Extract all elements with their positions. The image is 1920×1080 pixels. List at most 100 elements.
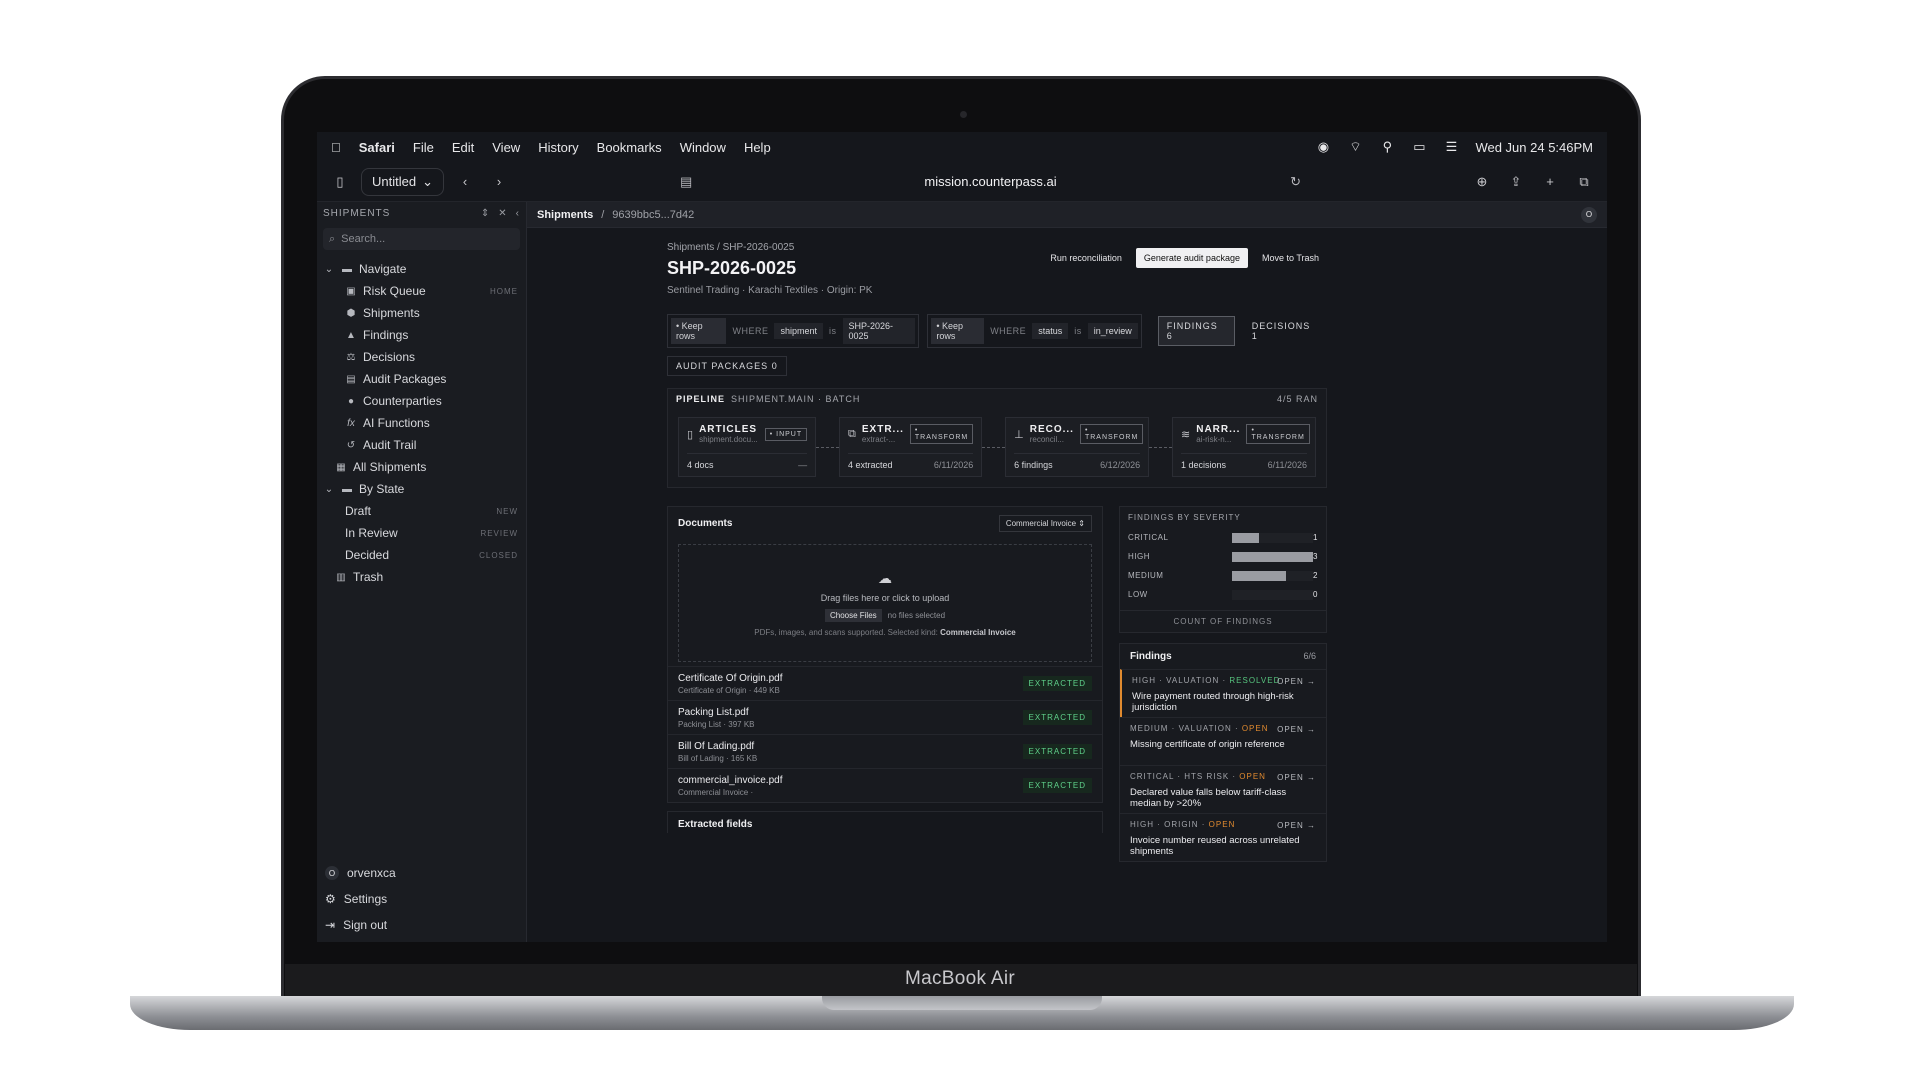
sidebar-item-shipments[interactable]: ⬢ Shipments bbox=[317, 302, 526, 324]
avatar[interactable]: O bbox=[1581, 206, 1597, 223]
finding-row[interactable]: MEDIUM · VALUATION · OPEN Missing certif… bbox=[1120, 717, 1326, 765]
filter-value[interactable]: SHP-2026-0025 bbox=[842, 318, 916, 344]
filter-shipment[interactable]: • Keep rows WHERE shipment is SHP-2026-0… bbox=[667, 314, 920, 348]
severity-title: FINDINGS BY SEVERITY bbox=[1128, 513, 1241, 522]
downloads-icon[interactable]: ⊕ bbox=[1469, 169, 1495, 195]
sidebar-collapse-icon[interactable]: ‹ bbox=[516, 208, 520, 219]
pipeline-node-narrative[interactable]: ≋ NARR... ai-risk-n... • TRANSFORM 1 deci… bbox=[1172, 417, 1317, 477]
apple-icon[interactable]:  bbox=[331, 140, 341, 155]
menu-window[interactable]: Window bbox=[680, 140, 726, 155]
menu-app[interactable]: Safari bbox=[359, 140, 395, 155]
documents-panel: Documents Commercial Invoice ⇕ ☁ Drag fi… bbox=[667, 506, 1103, 803]
settings-label: Settings bbox=[343, 892, 388, 906]
folder-navigate[interactable]: ⌄ ▬ Navigate bbox=[317, 258, 526, 280]
sidebar-item-all-shipments[interactable]: ▦ All Shipments bbox=[317, 456, 526, 478]
choose-files-button[interactable]: Choose Files bbox=[824, 608, 882, 622]
hint-prefix: PDFs, images, and scans supported. Selec… bbox=[754, 627, 938, 637]
menu-help[interactable]: Help bbox=[744, 140, 771, 155]
finding-row[interactable]: HIGH · ORIGIN · OPEN Invoice number reus… bbox=[1120, 813, 1326, 861]
sidebar-item-decisions[interactable]: ⚖ Decisions bbox=[317, 346, 526, 368]
page-menu-icon[interactable]: ▤ bbox=[680, 174, 692, 190]
sidebar-item-audit-packages[interactable]: ▤ Audit Packages bbox=[317, 368, 526, 390]
filter-field[interactable]: shipment bbox=[774, 323, 823, 339]
sidebar-item-findings[interactable]: ▲ Findings bbox=[317, 324, 526, 346]
list-item[interactable]: Certificate Of Origin.pdf Certificate of … bbox=[668, 666, 1102, 700]
list-item[interactable]: commercial_invoice.pdf Commercial Invoice… bbox=[668, 768, 1102, 802]
share-icon[interactable]: ⇪ bbox=[1503, 169, 1529, 195]
list-item[interactable]: Bill Of Lading.pdf Bill of Lading · 165 K… bbox=[668, 734, 1102, 768]
menu-file[interactable]: File bbox=[413, 140, 434, 155]
severity-panel: FINDINGS BY SEVERITY CRITICAL 1 HIGH 3 M… bbox=[1119, 506, 1327, 633]
reload-icon[interactable]: ↻ bbox=[1290, 174, 1301, 190]
breadcrumb-section[interactable]: Shipments bbox=[537, 209, 593, 221]
sidebar-item-trash[interactable]: ▥ Trash bbox=[317, 566, 526, 588]
filter-status[interactable]: • Keep rows WHERE status is in_review bbox=[927, 314, 1142, 348]
sidebar-item-in-review[interactable]: In Review REVIEW bbox=[317, 522, 526, 544]
open-finding-link[interactable]: OPEN → bbox=[1277, 821, 1316, 830]
screen-record-icon[interactable]: ◉ bbox=[1315, 140, 1331, 153]
run-reconciliation-button[interactable]: Run reconciliation bbox=[1042, 248, 1130, 268]
breadcrumb: Shipments / 9639bbc5...7d42 O bbox=[527, 202, 1607, 228]
tab-group-button[interactable]: Untitled ⌄ bbox=[361, 167, 444, 196]
tab-overview-icon[interactable]: ⧉ bbox=[1571, 169, 1597, 195]
file-name: Bill Of Lading.pdf bbox=[678, 740, 755, 752]
browser-toolbar: ▯ Untitled ⌄ ‹ › ▤ mission.counterpass.a… bbox=[317, 162, 1607, 202]
sidebar-item-ai-functions[interactable]: fx AI Functions bbox=[317, 412, 526, 434]
sidebar-item-decided[interactable]: Decided CLOSED bbox=[317, 544, 526, 566]
finding-row[interactable]: HIGH · VALUATION · RESOLVED Wire payment… bbox=[1120, 669, 1326, 717]
forward-icon[interactable]: › bbox=[486, 169, 512, 195]
airdrop-icon[interactable]: ⚲ bbox=[1379, 140, 1395, 153]
sidebar-toggle-icon[interactable]: ▯ bbox=[327, 169, 353, 195]
pipeline-header: PIPELINE SHIPMENT.MAIN · BATCH 4/5 RAN bbox=[668, 389, 1326, 409]
folder-by-state[interactable]: ⌄ ▬ By State bbox=[317, 478, 526, 500]
search-input[interactable]: ⌕ Search... bbox=[323, 228, 520, 250]
wifi-icon[interactable]: ⌔ bbox=[1347, 140, 1363, 153]
menu-history[interactable]: History bbox=[538, 140, 578, 155]
filter-field[interactable]: status bbox=[1032, 323, 1069, 339]
tab-findings[interactable]: FINDINGS 6 bbox=[1157, 316, 1235, 346]
sidebar-title: SHIPMENTS bbox=[323, 207, 391, 219]
generate-audit-package-button[interactable]: Generate audit package bbox=[1135, 248, 1248, 268]
pipeline-node-extract[interactable]: ⧉ EXTR... extract-... • TRANSFORM 4 extra… bbox=[839, 417, 983, 477]
pipeline-connector bbox=[1149, 446, 1173, 448]
finding-row[interactable]: CRITICAL · HTS RISK · OPEN Declared valu… bbox=[1120, 765, 1326, 813]
sidebar-item-risk-queue[interactable]: ▣ Risk Queue HOME bbox=[317, 280, 526, 302]
menu-bookmarks[interactable]: Bookmarks bbox=[597, 140, 662, 155]
select-value: Commercial Invoice bbox=[1005, 519, 1077, 528]
filter-value[interactable]: in_review bbox=[1087, 323, 1138, 339]
back-icon[interactable]: ‹ bbox=[452, 169, 478, 195]
filter-action[interactable]: • Keep rows bbox=[671, 318, 727, 344]
expand-icon[interactable]: ⇕ bbox=[481, 208, 490, 219]
open-finding-link[interactable]: OPEN → bbox=[1277, 725, 1316, 734]
filter-action[interactable]: • Keep rows bbox=[931, 318, 985, 344]
tab-audit-packages[interactable]: AUDIT PACKAGES 0 bbox=[667, 356, 787, 376]
battery-icon[interactable]: ▭ bbox=[1411, 140, 1427, 153]
tab-decisions[interactable]: DECISIONS 1 bbox=[1243, 316, 1327, 346]
list-item[interactable]: Packing List.pdf Packing List · 397 KB EX… bbox=[668, 700, 1102, 734]
menu-view[interactable]: View bbox=[492, 140, 520, 155]
open-finding-link[interactable]: OPEN → bbox=[1277, 677, 1316, 686]
severity-count: 3 bbox=[1313, 552, 1318, 561]
upload-dropzone[interactable]: ☁ Drag files here or click to upload Cho… bbox=[678, 544, 1092, 662]
signout-link[interactable]: ⇥ Sign out bbox=[317, 912, 526, 938]
chevron-down-icon: ⌄ bbox=[324, 263, 334, 275]
user-menu[interactable]: O orvenxca bbox=[317, 860, 526, 886]
sidebar-item-label: AI Functions bbox=[363, 416, 430, 430]
pipeline-node-reconcile[interactable]: ⊥ RECO... reconcil... • TRANSFORM 6 findi… bbox=[1005, 417, 1150, 477]
sidebar-item-audit-trail[interactable]: ↺ Audit Trail bbox=[317, 434, 526, 456]
sidebar-item-counterparties[interactable]: ● Counterparties bbox=[317, 390, 526, 412]
pipeline-node-articles[interactable]: ▯ ARTICLES shipment.docu... • INPUT 4 doc… bbox=[678, 417, 817, 477]
move-to-trash-button[interactable]: Move to Trash bbox=[1254, 248, 1327, 268]
menubar-datetime[interactable]: Wed Jun 24 5:46PM bbox=[1475, 140, 1593, 155]
open-finding-link[interactable]: OPEN → bbox=[1277, 773, 1316, 782]
extracted-fields-header[interactable]: Extracted fields bbox=[667, 811, 1103, 833]
menu-edit[interactable]: Edit bbox=[452, 140, 474, 155]
new-tab-icon[interactable]: + bbox=[1537, 169, 1563, 195]
document-kind-select[interactable]: Commercial Invoice ⇕ bbox=[998, 515, 1092, 532]
control-center-icon[interactable]: ☰ bbox=[1443, 140, 1459, 153]
sidebar-item-draft[interactable]: Draft NEW bbox=[317, 500, 526, 522]
settings-link[interactable]: ⚙ Settings bbox=[317, 886, 526, 912]
address-bar[interactable]: ▤ mission.counterpass.ai ↻ bbox=[670, 168, 1311, 196]
sidebar-item-label: Draft bbox=[345, 504, 372, 518]
collapse-all-icon[interactable]: ✕ bbox=[498, 208, 507, 219]
